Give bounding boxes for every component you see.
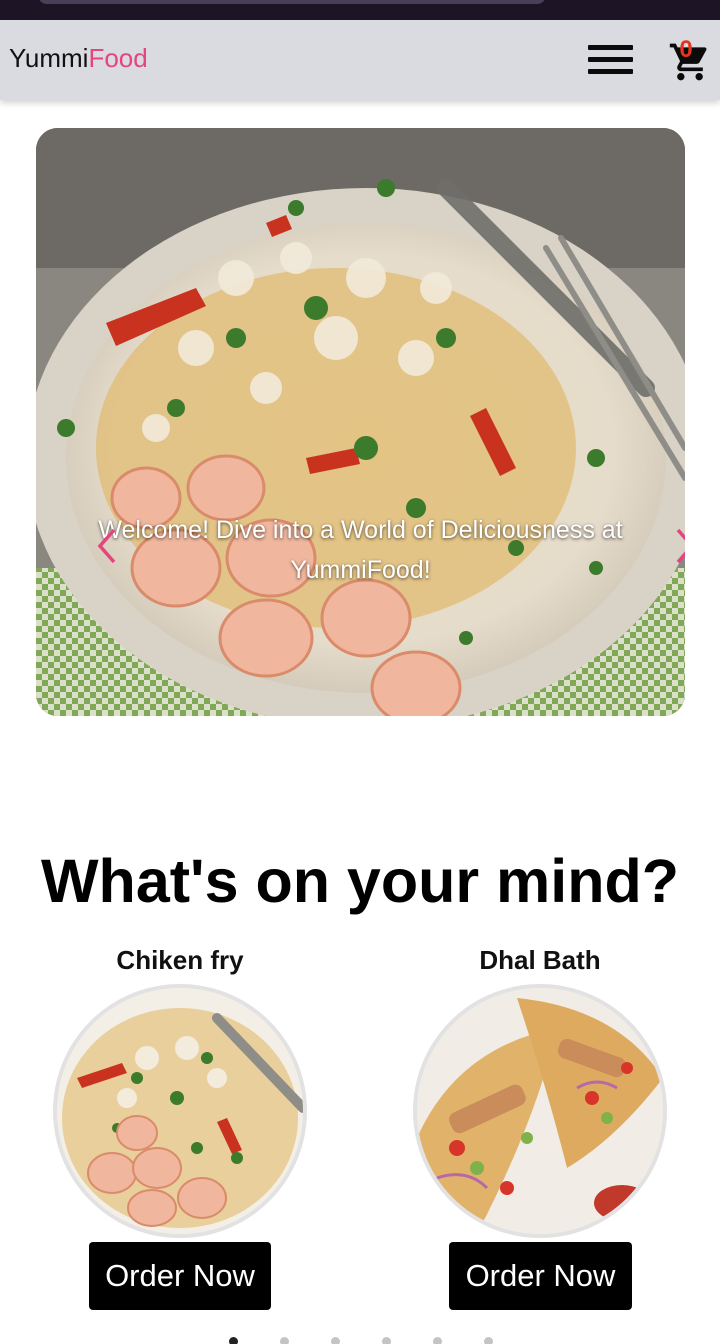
chevron-left-icon[interactable] <box>94 528 122 564</box>
hamburger-menu-icon[interactable] <box>588 43 634 77</box>
pagination-dot[interactable] <box>484 1337 493 1344</box>
brand-name-part1: Yummi <box>9 43 89 73</box>
carousel-caption: Welcome! Dive into a World of Deliciousn… <box>98 516 623 584</box>
pagination-dot[interactable] <box>433 1337 442 1344</box>
pagination-dot[interactable] <box>280 1337 289 1344</box>
chevron-right-icon[interactable] <box>670 528 685 564</box>
brand-logo[interactable]: YummiFood <box>9 42 148 74</box>
cart-count-badge: 0 <box>679 36 693 63</box>
dish-image[interactable] <box>53 984 307 1238</box>
hero-carousel[interactable]: Welcome! Dive into a World of Deliciousn… <box>36 128 685 716</box>
carousel-pagination-dots <box>224 1334 504 1344</box>
section-title: What's on your mind? <box>40 847 680 915</box>
dish-name: Chiken fry <box>116 945 244 975</box>
pagination-dot[interactable] <box>229 1337 238 1344</box>
dish-name: Dhal Bath <box>479 945 601 975</box>
pagination-dot[interactable] <box>382 1337 391 1344</box>
dish-card: Chiken fry Order Now <box>49 940 311 1310</box>
status-bar <box>0 0 720 20</box>
navbar: YummiFood 0 <box>0 20 720 100</box>
brand-name-part2: Food <box>88 43 148 73</box>
dish-image[interactable] <box>413 984 667 1238</box>
dish-card: Dhal Bath Order Now <box>409 940 671 1310</box>
pagination-dot[interactable] <box>331 1337 340 1344</box>
hero-food-image <box>36 128 685 716</box>
order-now-button[interactable]: Order Now <box>449 1242 632 1310</box>
order-now-button[interactable]: Order Now <box>89 1242 271 1310</box>
status-bar-pill <box>38 0 546 4</box>
